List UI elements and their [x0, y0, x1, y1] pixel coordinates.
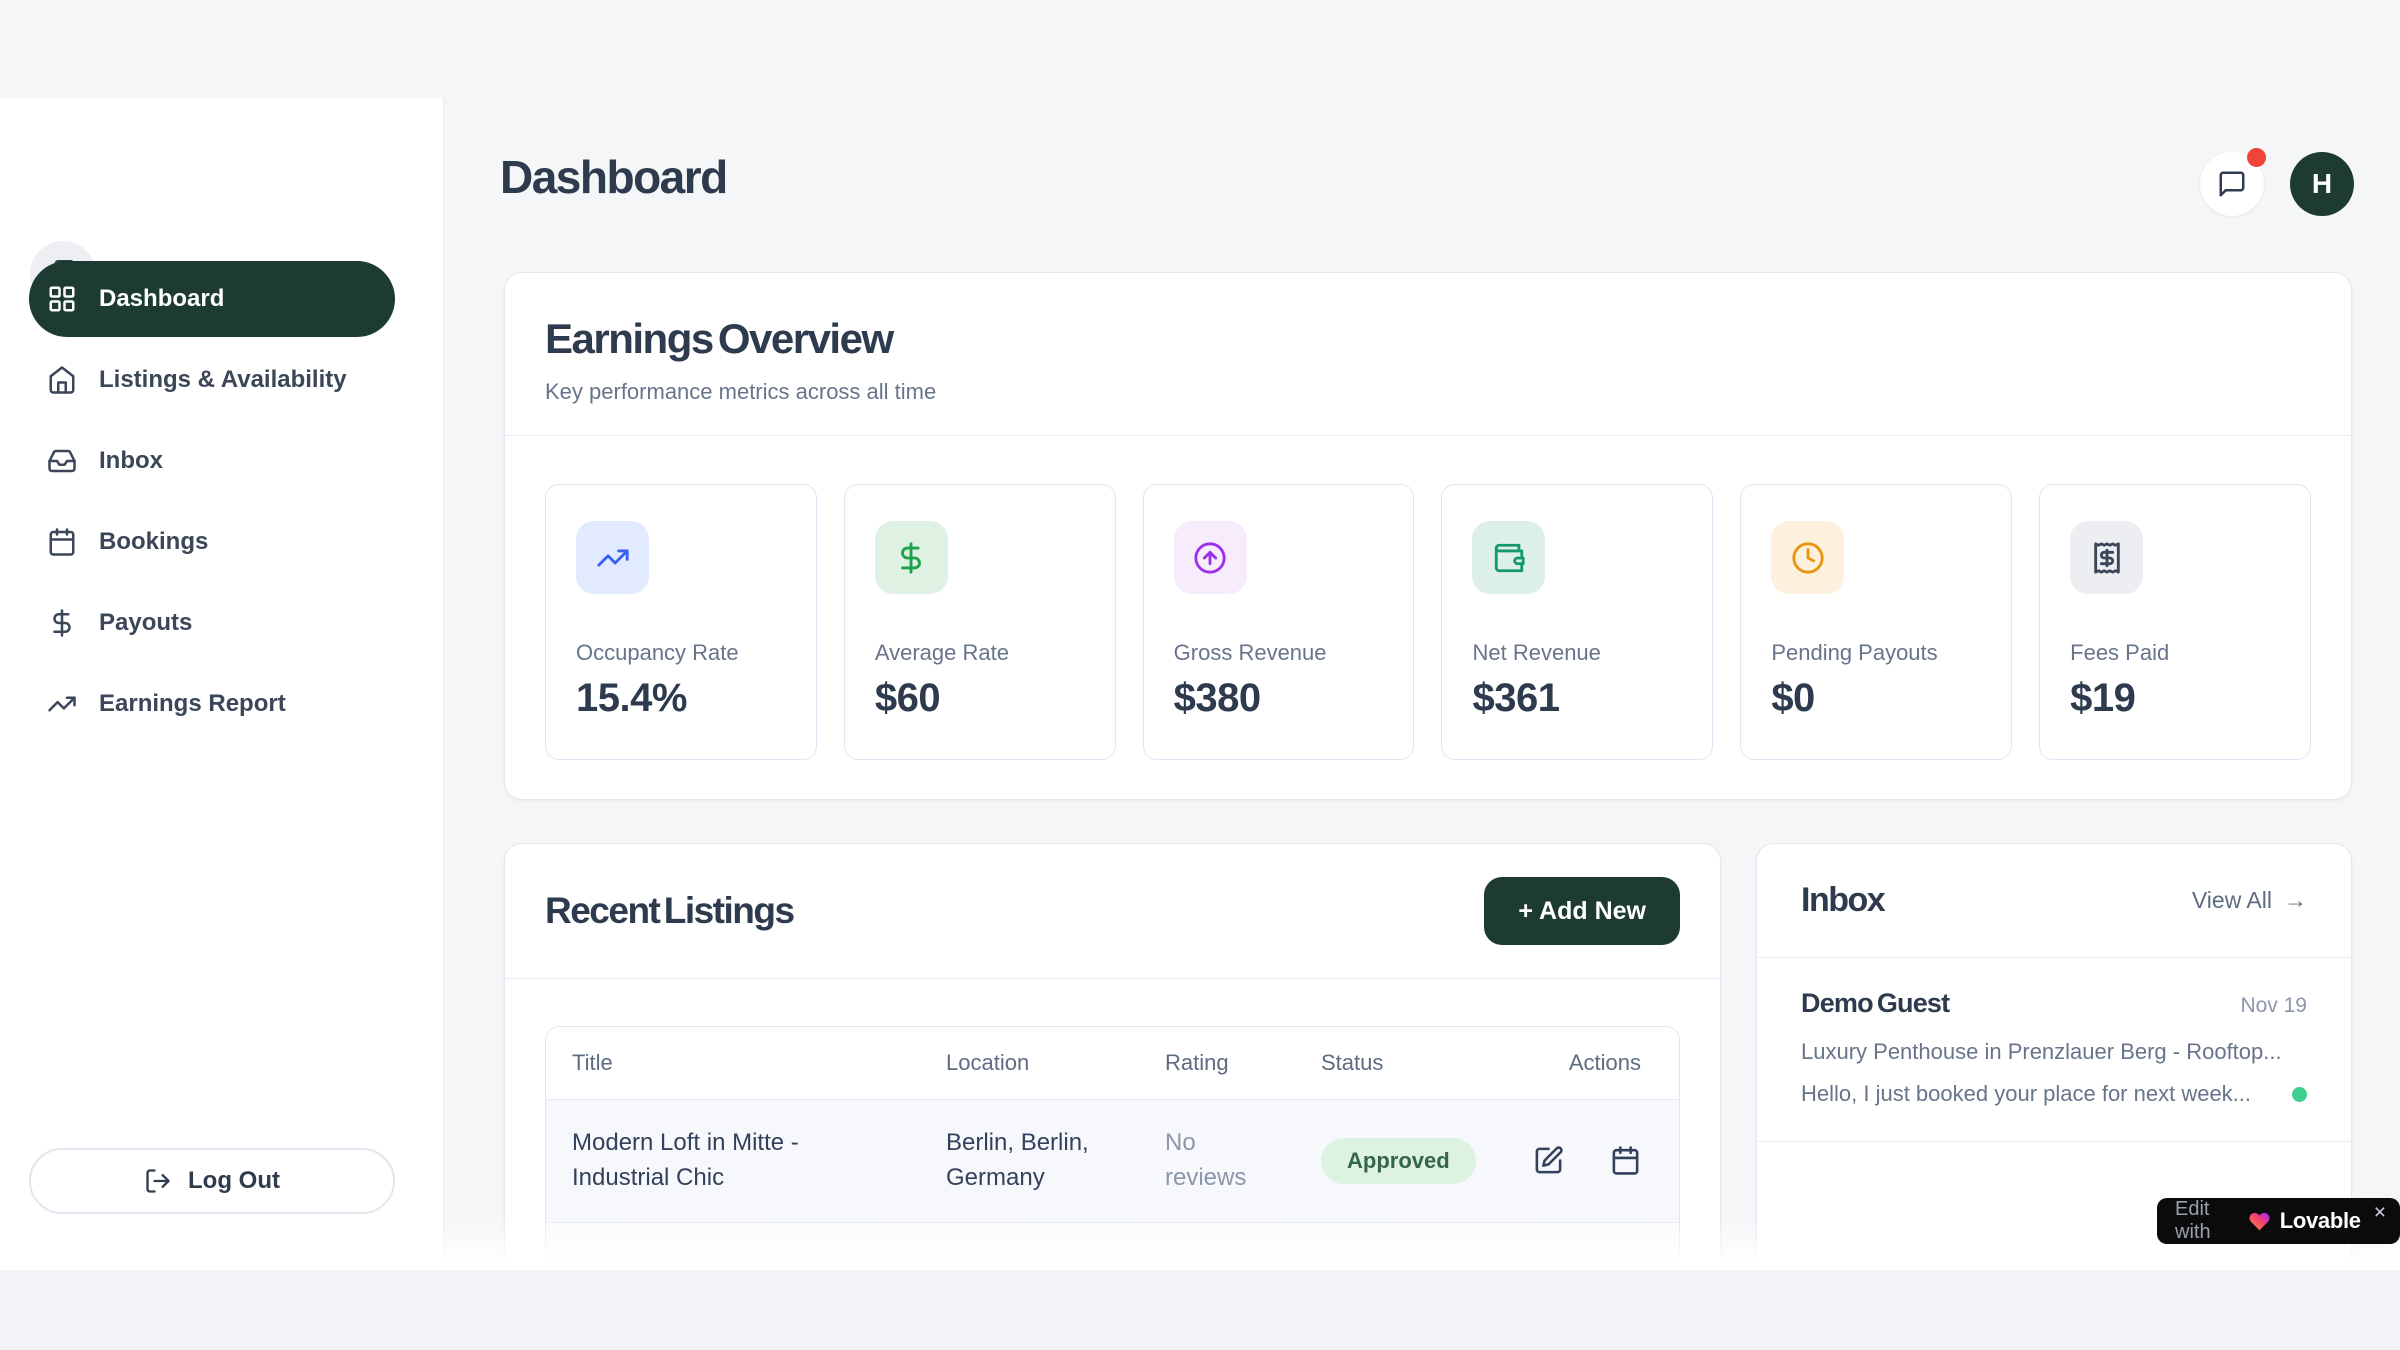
close-icon[interactable]: ×: [2374, 1201, 2386, 1225]
listing-location: Berlin, Berlin, Germany: [946, 1126, 1165, 1196]
grid-icon: [47, 284, 77, 314]
metric-value: $60: [875, 676, 1085, 721]
bottom-fade: [0, 1218, 2400, 1270]
app-window: CompanyLogo Dashboard Listings &: [0, 0, 2400, 1350]
sidebar-nav: Dashboard Listings & Availability Inb: [29, 261, 395, 742]
listing-rating: No reviews: [1165, 1126, 1321, 1196]
lovable-brand-label: Lovable: [2280, 1208, 2361, 1234]
metrics-row: Occupancy Rate 15.4% Average Rate $60: [505, 436, 2351, 760]
sidebar-item-payouts[interactable]: Payouts: [29, 585, 395, 661]
column-header-title: Title: [572, 1050, 946, 1076]
view-all-link[interactable]: View All →: [2192, 887, 2307, 914]
sidebar-item-inbox[interactable]: Inbox: [29, 423, 395, 499]
metric-value: 15.4%: [576, 676, 786, 721]
metric-average-rate: Average Rate $60: [844, 484, 1116, 760]
inbox-header: Inbox View All →: [1757, 844, 2351, 958]
sidebar-item-bookings[interactable]: Bookings: [29, 504, 395, 580]
arrow-up-circle-icon: [1174, 521, 1247, 594]
notifications-chat-button[interactable]: [2200, 152, 2264, 216]
arrow-right-icon: →: [2284, 887, 2307, 914]
sidebar-item-label: Inbox: [99, 447, 163, 475]
dollar-icon: [47, 608, 77, 638]
listing-status: Approved: [1321, 1138, 1521, 1184]
status-badge: Approved: [1321, 1138, 1476, 1184]
column-header-rating: Rating: [1165, 1050, 1321, 1076]
edit-with-lovable-badge[interactable]: Edit with Lovable ×: [2157, 1198, 2400, 1244]
metric-value: $0: [1771, 676, 1981, 721]
recent-listings-header: Recent Listings + Add New: [505, 844, 1720, 979]
earnings-overview-header: Earnings Overview Key performance metric…: [505, 273, 2351, 436]
message-subject: Luxury Penthouse in Prenzlauer Berg - Ro…: [1801, 1039, 2307, 1065]
metric-value: $380: [1174, 676, 1384, 721]
home-icon: [47, 365, 77, 395]
sidebar-item-listings[interactable]: Listings & Availability: [29, 342, 395, 418]
metric-label: Pending Payouts: [1771, 640, 1981, 666]
wallet-icon: [1472, 521, 1545, 594]
metric-gross-revenue: Gross Revenue $380: [1143, 484, 1415, 760]
calendar-icon: [47, 527, 77, 557]
avatar[interactable]: H: [2290, 152, 2354, 216]
earnings-overview-card: Earnings Overview Key performance metric…: [504, 272, 2352, 800]
sidebar-item-label: Payouts: [99, 609, 192, 637]
column-header-actions: Actions: [1521, 1050, 1653, 1076]
listing-actions: [1521, 1145, 1653, 1176]
metric-label: Gross Revenue: [1174, 640, 1384, 666]
page-title: Dashboard: [500, 150, 727, 204]
metric-value: $361: [1472, 676, 1682, 721]
earnings-overview-subtitle: Key performance metrics across all time: [545, 379, 2311, 405]
view-all-label: View All: [2192, 887, 2272, 914]
column-header-location: Location: [946, 1050, 1165, 1076]
dollar-icon: [875, 521, 948, 594]
column-header-status: Status: [1321, 1050, 1521, 1076]
clock-icon: [1771, 521, 1844, 594]
receipt-icon: [2070, 521, 2143, 594]
inbox-message-item[interactable]: Demo Guest Nov 19 Luxury Penthouse in Pr…: [1757, 958, 2351, 1142]
earnings-overview-title: Earnings Overview: [545, 315, 2311, 363]
metric-net-revenue: Net Revenue $361: [1441, 484, 1713, 760]
sidebar-item-label: Listings & Availability: [99, 366, 347, 394]
lovable-heart-icon: [2248, 1210, 2271, 1233]
sidebar-item-label: Bookings: [99, 528, 208, 556]
trending-up-icon: [576, 521, 649, 594]
logout-button[interactable]: Log Out: [29, 1148, 395, 1214]
metric-label: Average Rate: [875, 640, 1085, 666]
metric-fees-paid: Fees Paid $19: [2039, 484, 2311, 760]
message-square-icon: [2217, 169, 2247, 199]
message-preview: Hello, I just booked your place for next…: [1801, 1081, 2280, 1107]
sidebar-item-dashboard[interactable]: Dashboard: [29, 261, 395, 337]
bottom-band: [0, 1270, 2400, 1350]
listing-title: Modern Loft in Mitte - Industrial Chic: [572, 1126, 946, 1196]
sidebar: CompanyLogo Dashboard Listings &: [0, 98, 444, 1270]
sidebar-item-label: Dashboard: [99, 285, 224, 313]
edit-icon[interactable]: [1533, 1145, 1564, 1176]
metric-pending-payouts: Pending Payouts $0: [1740, 484, 2012, 760]
listings-table-header: Title Location Rating Status Actions: [546, 1027, 1679, 1099]
notification-dot: [2247, 148, 2266, 167]
metric-label: Net Revenue: [1472, 640, 1682, 666]
inbox-icon: [47, 446, 77, 476]
recent-listings-title: Recent Listings: [545, 890, 794, 932]
sidebar-item-label: Earnings Report: [99, 690, 286, 718]
message-date: Nov 19: [2240, 994, 2307, 1018]
unread-dot: [2292, 1087, 2307, 1102]
trending-up-icon: [47, 689, 77, 719]
metric-value: $19: [2070, 676, 2280, 721]
logout-icon: [144, 1167, 172, 1195]
logout-label: Log Out: [188, 1167, 280, 1195]
inbox-title: Inbox: [1801, 881, 1884, 920]
metric-occupancy-rate: Occupancy Rate 15.4%: [545, 484, 817, 760]
metric-label: Occupancy Rate: [576, 640, 786, 666]
metric-label: Fees Paid: [2070, 640, 2280, 666]
table-row: Modern Loft in Mitte - Industrial Chic B…: [546, 1099, 1679, 1222]
add-new-button[interactable]: + Add New: [1484, 877, 1680, 945]
sidebar-item-earnings-report[interactable]: Earnings Report: [29, 666, 395, 742]
lovable-prefix-label: Edit with: [2175, 1198, 2239, 1244]
message-sender: Demo Guest: [1801, 988, 1949, 1019]
calendar-icon[interactable]: [1610, 1145, 1641, 1176]
